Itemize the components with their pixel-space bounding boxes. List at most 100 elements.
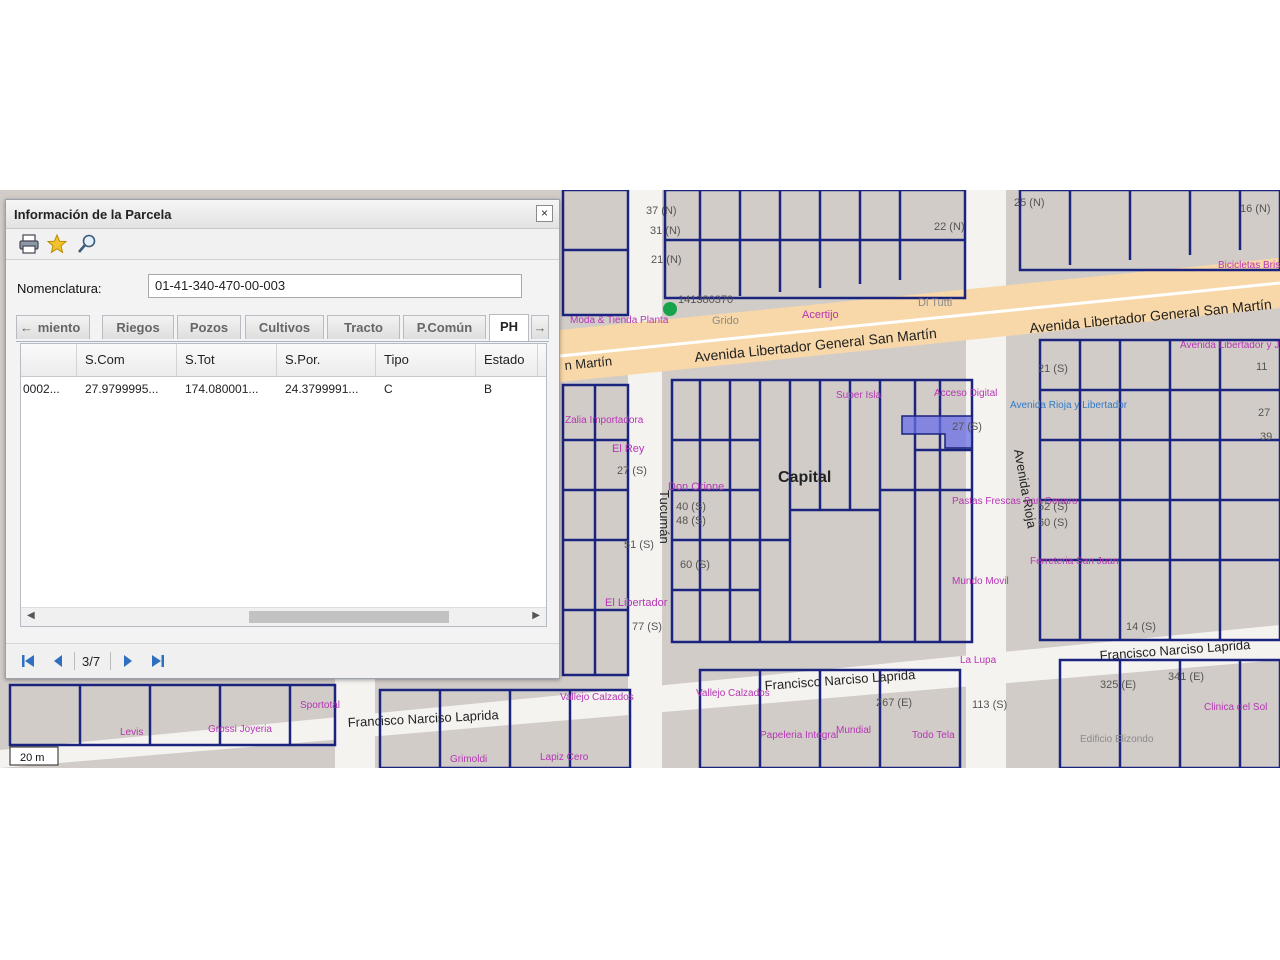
window-title: Información de la Parcela [14, 207, 172, 222]
grid-cell: 24.3799991... [285, 382, 359, 396]
first-page-icon[interactable] [20, 653, 36, 669]
column-header-scom[interactable]: S.Com [77, 344, 177, 376]
scrollbar-thumb[interactable] [249, 611, 449, 623]
tab-label: miento [37, 320, 81, 335]
map-label: 267 (E) [876, 697, 912, 709]
map-label: 60 (S) [1038, 517, 1068, 529]
map-label: 341 (E) [1168, 671, 1204, 683]
horizontal-scrollbar[interactable]: ◀ ▶ [21, 607, 546, 626]
map-label: Super Isla [836, 390, 881, 401]
map-label: Lapiz Cero [540, 752, 589, 763]
close-button[interactable]: × [536, 205, 553, 222]
scroll-left-icon[interactable]: ◀ [27, 610, 35, 621]
map-label: 22 (N) [934, 221, 965, 233]
map-label: Grossi Joyeria [208, 724, 272, 735]
tab-pcomun[interactable]: P.Común [403, 315, 486, 339]
page-indicator: 3/7 [82, 654, 101, 669]
location-marker [663, 302, 677, 316]
tab-label: Tracto [343, 320, 383, 335]
next-page-icon[interactable] [120, 653, 136, 669]
grid-cell: 27.9799995... [85, 382, 159, 396]
map-label: 113 (S) [972, 699, 1007, 711]
column-header-hidden[interactable] [21, 344, 77, 376]
map-label: 25 (N) [1014, 197, 1045, 209]
map-label: Di Tutti [918, 297, 952, 309]
map-label: Moda & Tienda Planta [570, 315, 669, 326]
map-label: Sportotal [300, 700, 340, 711]
pager-separator [74, 652, 75, 670]
prev-page-icon[interactable] [50, 653, 66, 669]
map-label: 21 (N) [651, 254, 682, 266]
map-label: Edificio Elizondo [1080, 734, 1154, 745]
map-label: 325 (E) [1100, 679, 1136, 691]
tab-label: Cultivos [258, 320, 311, 335]
parcel-info-window: Información de la Parcela × Nomenclatura… [5, 199, 560, 679]
map-label: El Libertador [605, 597, 668, 609]
map-label: Don Orione [668, 481, 724, 493]
street-label: Tucumán [657, 490, 672, 544]
map-label: 27 [1258, 407, 1270, 419]
last-page-icon[interactable] [150, 653, 166, 669]
pager: 3/7 [6, 643, 559, 678]
tab-cultivos[interactable]: Cultivos [245, 315, 324, 339]
grid-cell: C [384, 382, 393, 396]
tab-movimiento[interactable]: ← miento [16, 315, 90, 339]
grid-cell: B [484, 382, 493, 396]
map-label: 31 (N) [650, 225, 681, 237]
tab-tracto[interactable]: Tracto [327, 315, 400, 339]
map-label: 11 [1256, 361, 1267, 373]
map-label: Acertijo [802, 309, 839, 321]
map-label: 16 (N) [1240, 203, 1271, 215]
tab-label: P.Común [416, 320, 473, 335]
map-label: Mundial [836, 725, 871, 736]
tab-riegos[interactable]: Riegos [102, 315, 174, 339]
map-label: 39 [1260, 431, 1272, 443]
scroll-right-icon[interactable]: ▶ [532, 610, 540, 621]
grid-cell: 0002... [23, 382, 60, 396]
column-header-spor[interactable]: S.Por. [277, 344, 376, 376]
star-icon[interactable] [46, 233, 68, 255]
column-header-tipo[interactable]: Tipo [376, 344, 476, 376]
tab-label: Pozos [189, 320, 229, 335]
tab-scroll-left-icon[interactable]: ← [20, 316, 33, 340]
tab-scroll-right-icon[interactable]: → [531, 315, 549, 339]
tab-pozos[interactable]: Pozos [177, 315, 241, 339]
map-label: 21 (S) [1038, 363, 1068, 375]
map-label: 27 (S) [617, 465, 647, 477]
tab-label: Riegos [116, 320, 160, 335]
map-label: Avenida Rioja y Libertador [1010, 400, 1128, 411]
map-label: Clinica del Sol [1204, 702, 1267, 713]
map-label: Zalia Importadora [565, 415, 644, 426]
street-tucuman [628, 190, 662, 768]
map-label: Capital [778, 469, 831, 486]
nomenclatura-field[interactable]: 01-41-340-470-00-003 [148, 274, 522, 298]
map-label: Acceso Digital [934, 388, 997, 399]
map-label: El Rey [612, 443, 645, 455]
printer-icon[interactable] [18, 233, 40, 255]
nomenclatura-value: 01-41-340-470-00-003 [155, 278, 286, 293]
map-label: 52 (S) [1038, 501, 1068, 513]
map-label: Todo Tela [912, 730, 955, 741]
map-label: Grido [712, 315, 739, 327]
map-label: 40 (S) [676, 501, 706, 513]
tab-label: PH [499, 319, 519, 334]
map-label: Ferreteria San Juan [1030, 556, 1118, 567]
scale-label: 20 m [20, 752, 44, 764]
map-label: Vallejo Calzados [696, 688, 770, 699]
map-label: Vallejo Calzados [560, 692, 634, 703]
column-header-stot[interactable]: S.Tot [177, 344, 277, 376]
map-label: 14 (S) [1126, 621, 1156, 633]
panel-toolbar [6, 229, 559, 260]
map-label: 60 (S) [680, 559, 710, 571]
tab-ph[interactable]: PH [489, 314, 529, 341]
tab-strip: ← miento Riegos Pozos Cultivos Tracto P.… [16, 313, 549, 342]
map-label: 37 (N) [646, 205, 677, 217]
window-titlebar[interactable]: Información de la Parcela × [6, 200, 559, 229]
column-header-estado[interactable]: Estado [476, 344, 538, 376]
search-icon[interactable] [76, 233, 98, 255]
map-label: 51 (S) [624, 539, 654, 551]
map-label: 27 (S) [952, 421, 982, 433]
grid-cell: 174.080001... [185, 382, 259, 396]
map-label: Levis [120, 727, 143, 738]
map-label: 141380370 [678, 294, 733, 306]
